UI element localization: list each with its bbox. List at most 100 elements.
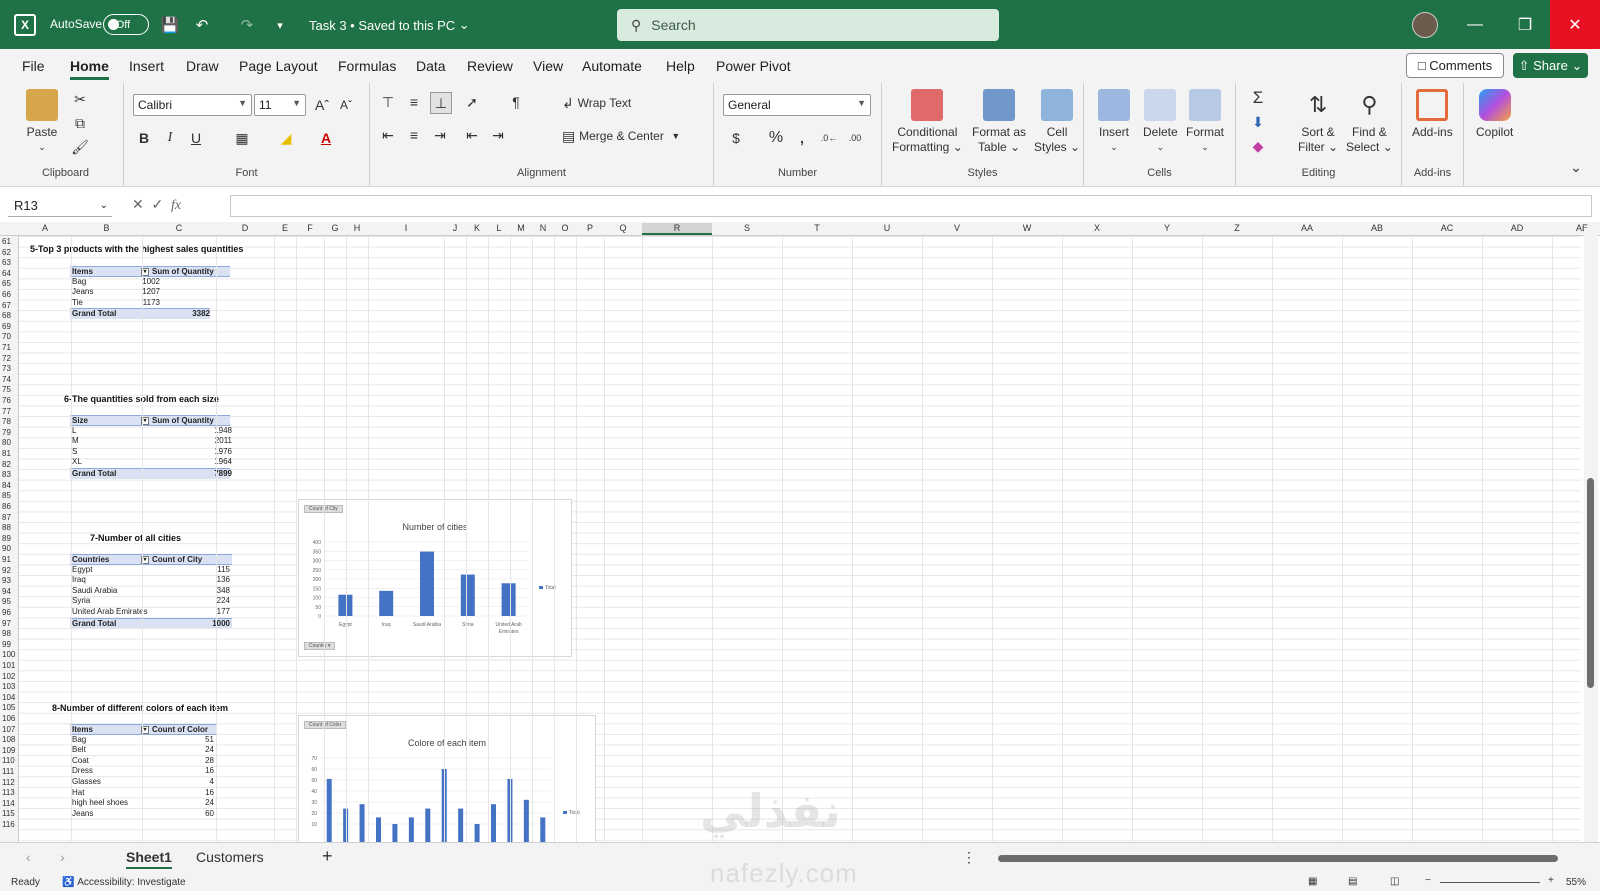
column-header[interactable]: AC: [1412, 223, 1482, 233]
page-layout-view-icon[interactable]: ▤: [1348, 876, 1357, 887]
clear-icon[interactable]: ◆: [1248, 135, 1268, 157]
row-header[interactable]: 105: [0, 703, 18, 712]
bar[interactable]: [425, 808, 431, 842]
bold-icon[interactable]: B: [134, 127, 154, 149]
page-break-view-icon[interactable]: ◫: [1390, 876, 1399, 887]
chart-colors-of-each-item[interactable]: Count of Color Colore of each item 70 60 5…: [298, 715, 596, 842]
copilot-button[interactable]: Copilot: [1476, 89, 1513, 140]
restore-icon[interactable]: ❐: [1500, 0, 1550, 49]
row-header[interactable]: 102: [0, 672, 18, 681]
row-header[interactable]: 93: [0, 576, 18, 585]
pivot-table-colors[interactable]: Items ▾ Count of Color Bag 51 Belt 24 Coat 28…: [70, 724, 216, 819]
column-header[interactable]: Y: [1132, 223, 1202, 233]
bar[interactable]: [359, 804, 365, 842]
column-header[interactable]: O: [554, 223, 576, 233]
cancel-icon[interactable]: ✕: [132, 196, 144, 212]
find-select-button[interactable]: ⚲ Find & Select ⌄: [1346, 89, 1393, 155]
row-header[interactable]: 83: [0, 470, 18, 479]
bar[interactable]: [501, 583, 516, 616]
redo-icon[interactable]: ↷: [236, 14, 258, 36]
normal-view-icon[interactable]: ▦: [1308, 876, 1317, 887]
bar[interactable]: [408, 817, 414, 842]
bar[interactable]: [326, 778, 332, 842]
column-header[interactable]: AB: [1342, 223, 1412, 233]
row-header[interactable]: 67: [0, 301, 18, 310]
column-header[interactable]: E: [274, 223, 296, 233]
decrease-decimal-icon[interactable]: .00: [844, 127, 866, 149]
document-title[interactable]: Task 3 • Saved to this PC ⌄: [309, 16, 470, 34]
row-header[interactable]: 63: [0, 258, 18, 267]
font-color-icon[interactable]: A: [316, 127, 336, 149]
column-header[interactable]: D: [216, 223, 274, 233]
tab-customers[interactable]: Customers: [196, 849, 264, 865]
row-header[interactable]: 107: [0, 725, 18, 734]
row-header[interactable]: 78: [0, 417, 18, 426]
search-box[interactable]: ⚲ Search: [617, 9, 999, 41]
bar[interactable]: [474, 824, 480, 842]
row-header[interactable]: 71: [0, 343, 18, 352]
row-header[interactable]: 81: [0, 449, 18, 458]
format-cells-button[interactable]: Format ⌄: [1186, 89, 1224, 155]
tab-automate[interactable]: Automate: [582, 58, 642, 74]
next-sheet-icon[interactable]: ›: [60, 849, 65, 865]
format-as-table-button[interactable]: Format as Table ⌄: [972, 89, 1026, 155]
paste-button[interactable]: Paste ⌄: [26, 89, 58, 155]
tab-review[interactable]: Review: [467, 58, 513, 74]
row-header[interactable]: 94: [0, 587, 18, 596]
align-bottom-icon[interactable]: ⊥: [430, 92, 452, 114]
borders-icon[interactable]: ▦: [232, 127, 252, 149]
decrease-font-icon[interactable]: Aˇ: [336, 94, 356, 116]
pivot-table-top-products[interactable]: Items ▾ Sum of Quantity Bag 1002 Jeans 1207 …: [70, 266, 230, 319]
row-header[interactable]: 69: [0, 322, 18, 331]
bar[interactable]: [460, 574, 475, 616]
bar[interactable]: [420, 551, 434, 616]
row-header[interactable]: 99: [0, 640, 18, 649]
copy-icon[interactable]: ⧉: [70, 113, 90, 133]
bar[interactable]: [458, 808, 464, 842]
row-header[interactable]: 68: [0, 311, 18, 320]
add-ins-button[interactable]: Add-ins: [1412, 89, 1453, 140]
column-header[interactable]: J: [444, 223, 466, 233]
bar[interactable]: [540, 817, 546, 842]
column-header[interactable]: S: [712, 223, 782, 233]
percent-icon[interactable]: %: [766, 127, 786, 149]
row-header[interactable]: 61: [0, 237, 18, 246]
tab-help[interactable]: Help: [666, 58, 695, 74]
row-header[interactable]: 103: [0, 682, 18, 691]
merge-center-button[interactable]: ▤ Merge & Center ▼: [562, 125, 680, 147]
sort-filter-button[interactable]: ⇅ Sort & Filter ⌄: [1298, 89, 1338, 155]
column-header[interactable]: I: [368, 223, 444, 233]
prev-sheet-icon[interactable]: ‹: [26, 849, 31, 865]
row-header[interactable]: 64: [0, 269, 18, 278]
row-header[interactable]: 95: [0, 597, 18, 606]
row-header[interactable]: 65: [0, 279, 18, 288]
insert-function-icon[interactable]: fx: [171, 198, 181, 213]
add-sheet-icon[interactable]: +: [322, 846, 333, 867]
more-options-icon[interactable]: ⋮: [962, 849, 976, 866]
tab-data[interactable]: Data: [416, 58, 446, 74]
column-header[interactable]: X: [1062, 223, 1132, 233]
row-header[interactable]: 89: [0, 534, 18, 543]
column-header[interactable]: V: [922, 223, 992, 233]
row-header[interactable]: 112: [0, 778, 18, 787]
tab-insert[interactable]: Insert: [129, 58, 164, 74]
row-header[interactable]: 111: [0, 767, 18, 776]
row-header[interactable]: 91: [0, 555, 18, 564]
column-header[interactable]: AA: [1272, 223, 1342, 233]
chart-axis-button[interactable]: Country ▾: [304, 642, 336, 650]
row-header[interactable]: 76: [0, 396, 18, 405]
fill-icon[interactable]: ⬇: [1248, 111, 1268, 133]
row-header[interactable]: 114: [0, 799, 18, 808]
customize-quick-access-icon[interactable]: ▾: [269, 14, 291, 36]
align-top-icon[interactable]: ⊤: [378, 92, 398, 112]
wrap-text-button[interactable]: ↲ Wrap Text: [562, 92, 631, 114]
row-header[interactable]: 74: [0, 375, 18, 384]
name-box[interactable]: R13 ⌄: [8, 195, 112, 217]
autosave-toggle[interactable]: Off: [103, 14, 149, 35]
row-header[interactable]: 82: [0, 460, 18, 469]
enter-icon[interactable]: ✓: [152, 196, 164, 212]
row-header[interactable]: 79: [0, 428, 18, 437]
row-header[interactable]: 96: [0, 608, 18, 617]
undo-icon[interactable]: ↶: [191, 14, 213, 36]
column-header[interactable]: Q: [604, 223, 642, 233]
